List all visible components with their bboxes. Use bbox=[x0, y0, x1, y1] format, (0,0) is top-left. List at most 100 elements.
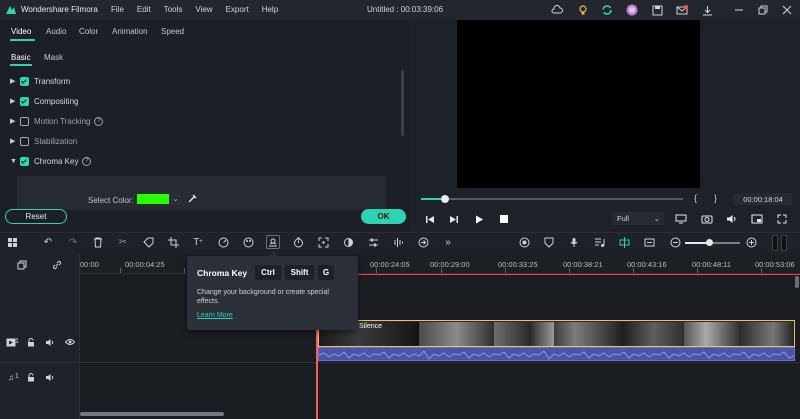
stabilize-icon[interactable] bbox=[316, 235, 330, 249]
eye-icon[interactable] bbox=[65, 337, 75, 347]
more-icon[interactable]: » bbox=[441, 235, 455, 249]
timer-icon[interactable] bbox=[291, 235, 305, 249]
property-stabilization[interactable]: ▶ Stabilization bbox=[10, 135, 77, 147]
transform-checkbox[interactable] bbox=[20, 76, 29, 86]
stabilization-checkbox[interactable] bbox=[20, 136, 29, 146]
menu-view[interactable]: View bbox=[195, 5, 212, 14]
ok-button[interactable]: OK bbox=[361, 209, 406, 224]
compositing-checkbox[interactable] bbox=[20, 96, 29, 106]
download-icon[interactable] bbox=[700, 3, 714, 17]
preview-progress-handle[interactable] bbox=[441, 195, 449, 203]
mask-icon[interactable] bbox=[341, 235, 355, 249]
sync-icon[interactable] bbox=[600, 3, 614, 17]
help-icon[interactable]: ? bbox=[82, 156, 92, 166]
audio-mixer-icon[interactable] bbox=[391, 235, 405, 249]
adjust-icon[interactable] bbox=[366, 235, 380, 249]
display-icon[interactable] bbox=[675, 213, 687, 225]
caret-right-icon[interactable]: ▶ bbox=[10, 117, 20, 125]
menu-file[interactable]: File bbox=[111, 5, 124, 14]
lock-icon[interactable] bbox=[26, 372, 36, 382]
subtab-basic[interactable]: Basic bbox=[11, 53, 31, 62]
snapshot-icon[interactable] bbox=[701, 213, 713, 225]
lock-icon[interactable] bbox=[26, 337, 36, 347]
lightbulb-icon[interactable] bbox=[576, 3, 590, 17]
timeline-vertical-scrollbar[interactable] bbox=[795, 276, 799, 288]
tab-video[interactable]: Video bbox=[11, 27, 31, 36]
tab-color[interactable]: Color bbox=[79, 27, 98, 36]
previous-frame-icon[interactable] bbox=[424, 213, 436, 225]
timeline-horizontal-scrollbar[interactable] bbox=[80, 412, 224, 416]
volume-icon[interactable] bbox=[726, 213, 738, 225]
video-preview[interactable] bbox=[457, 20, 700, 188]
cloud-icon[interactable] bbox=[550, 3, 564, 17]
mute-icon[interactable] bbox=[45, 372, 55, 382]
audio-waveform[interactable] bbox=[318, 347, 795, 361]
caret-right-icon[interactable]: ▶ bbox=[10, 97, 20, 105]
undo-icon[interactable]: ↶ bbox=[41, 235, 55, 249]
render-icon[interactable] bbox=[517, 235, 531, 249]
mute-icon[interactable] bbox=[45, 337, 55, 347]
avatar[interactable] bbox=[625, 3, 639, 17]
menu-tools[interactable]: Tools bbox=[164, 5, 183, 14]
panel-toggle-right[interactable] bbox=[781, 235, 787, 251]
property-chroma-key[interactable]: ▼ Chroma Key ? bbox=[10, 155, 92, 167]
text-icon[interactable]: T + bbox=[191, 235, 205, 249]
property-motion-tracking[interactable]: ▶ Motion Tracking ? bbox=[10, 115, 104, 127]
pip-icon[interactable] bbox=[751, 213, 763, 225]
crop-icon[interactable] bbox=[166, 235, 180, 249]
add-track-icon[interactable] bbox=[17, 260, 27, 270]
color-swatch[interactable] bbox=[136, 193, 170, 205]
caret-right-icon[interactable]: ▶ bbox=[10, 137, 20, 145]
menu-edit[interactable]: Edit bbox=[137, 5, 151, 14]
help-icon[interactable]: ? bbox=[94, 116, 104, 126]
panel-toggle-left[interactable] bbox=[772, 235, 778, 251]
cut-icon[interactable]: ✂ bbox=[116, 235, 130, 249]
property-transform[interactable]: ▶ Transform bbox=[10, 75, 70, 87]
caret-right-icon[interactable]: ▶ bbox=[10, 77, 20, 85]
mail-icon[interactable] bbox=[675, 3, 689, 17]
play-icon[interactable] bbox=[473, 213, 485, 225]
delete-icon[interactable] bbox=[91, 235, 105, 249]
zoom-slider-handle[interactable] bbox=[706, 239, 713, 246]
playlist-music-icon[interactable] bbox=[592, 235, 606, 249]
property-compositing[interactable]: ▶ Compositing bbox=[10, 95, 78, 107]
color-palette-icon[interactable] bbox=[241, 235, 255, 249]
chroma-key-tool-icon[interactable] bbox=[266, 235, 280, 249]
eyedropper-icon[interactable] bbox=[187, 193, 199, 205]
restore-icon[interactable] bbox=[756, 3, 770, 17]
minimize-icon[interactable] bbox=[732, 3, 746, 17]
tab-audio[interactable]: Audio bbox=[46, 27, 66, 36]
zoom-in-icon[interactable] bbox=[744, 235, 758, 249]
tag-icon[interactable] bbox=[141, 235, 155, 249]
layout-grid-icon[interactable] bbox=[5, 235, 19, 249]
snap-icon[interactable] bbox=[617, 235, 631, 249]
fit-timeline-icon[interactable] bbox=[642, 235, 656, 249]
tab-animation[interactable]: Animation bbox=[112, 27, 148, 36]
chroma-key-checkbox[interactable] bbox=[20, 156, 29, 166]
next-frame-icon[interactable] bbox=[448, 213, 460, 225]
chevron-down-icon[interactable]: ⌄ bbox=[170, 193, 181, 205]
quality-select[interactable]: Full ⌄ bbox=[612, 212, 664, 225]
close-icon[interactable] bbox=[780, 3, 794, 17]
caret-down-icon[interactable]: ▼ bbox=[10, 158, 20, 165]
fullscreen-icon[interactable] bbox=[776, 213, 788, 225]
link-icon[interactable] bbox=[52, 260, 62, 270]
mark-out-button[interactable]: } bbox=[714, 193, 717, 203]
tab-speed[interactable]: Speed bbox=[161, 27, 184, 36]
speed-icon[interactable] bbox=[216, 235, 230, 249]
microphone-icon[interactable] bbox=[567, 235, 581, 249]
mark-in-button[interactable]: { bbox=[694, 193, 697, 203]
motion-tracking-checkbox[interactable] bbox=[20, 116, 29, 126]
video-clip[interactable] bbox=[318, 320, 795, 347]
save-icon[interactable] bbox=[650, 3, 664, 17]
subtab-mask[interactable]: Mask bbox=[44, 53, 63, 62]
motion-icon[interactable] bbox=[416, 235, 430, 249]
stop-icon[interactable] bbox=[498, 213, 510, 225]
learn-more-link[interactable]: Learn More bbox=[197, 312, 233, 319]
shield-icon[interactable] bbox=[542, 235, 556, 249]
zoom-out-icon[interactable] bbox=[668, 235, 682, 249]
reset-button[interactable]: Reset bbox=[5, 209, 67, 224]
preview-progress-bar[interactable] bbox=[421, 198, 683, 200]
panel-scrollbar[interactable] bbox=[401, 70, 404, 136]
menu-help[interactable]: Help bbox=[262, 5, 278, 14]
